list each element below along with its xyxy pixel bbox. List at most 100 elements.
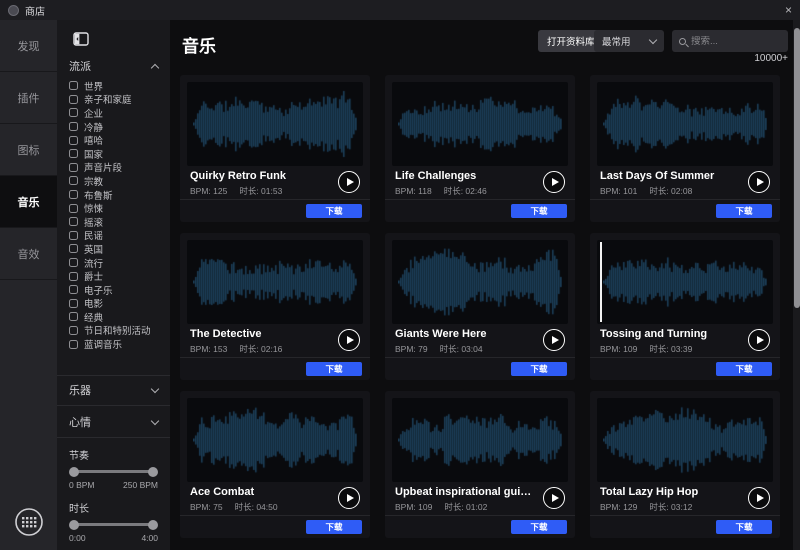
play-icon — [552, 336, 559, 344]
checkbox-icon[interactable] — [69, 136, 78, 145]
download-button[interactable]: 下载 — [306, 204, 362, 218]
search-input[interactable] — [691, 36, 781, 47]
checkbox-icon[interactable] — [69, 149, 78, 158]
genre-option[interactable]: 电影 — [69, 297, 164, 311]
play-button[interactable] — [748, 171, 770, 193]
checkbox-icon[interactable] — [69, 285, 78, 294]
download-button[interactable]: 下载 — [306, 362, 362, 376]
play-button[interactable] — [748, 329, 770, 351]
waveform-panel[interactable] — [187, 82, 363, 166]
nav-tab-3[interactable]: 音乐 — [0, 176, 57, 228]
divider — [180, 515, 370, 516]
play-button[interactable] — [543, 487, 565, 509]
play-button[interactable] — [543, 329, 565, 351]
checkbox-icon[interactable] — [69, 217, 78, 226]
tempo-slider[interactable] — [71, 470, 156, 473]
genre-option[interactable]: 经典 — [69, 310, 164, 324]
checkbox-icon[interactable] — [69, 258, 78, 267]
waveform-panel[interactable] — [597, 398, 773, 482]
waveform-panel[interactable] — [187, 240, 363, 324]
checkbox-icon[interactable] — [69, 81, 78, 90]
genre-option[interactable]: 爵士 — [69, 269, 164, 283]
search-box[interactable] — [672, 30, 788, 52]
tempo-min-handle[interactable] — [69, 467, 79, 477]
download-button[interactable]: 下载 — [511, 204, 567, 218]
genre-option[interactable]: 冷静 — [69, 120, 164, 134]
genre-option[interactable]: 蓝调音乐 — [69, 337, 164, 351]
genre-option[interactable]: 惊悚 — [69, 201, 164, 215]
music-card: Upbeat inspirational guitar, piano... BP… — [385, 391, 575, 538]
nav-tab-2[interactable]: 图标 — [0, 124, 57, 176]
checkbox-icon[interactable] — [69, 163, 78, 172]
duration-slider[interactable] — [71, 523, 156, 526]
nav-tab-1[interactable]: 插件 — [0, 72, 57, 124]
checkbox-icon[interactable] — [69, 176, 78, 185]
nav-tab-4[interactable]: 音效 — [0, 228, 57, 280]
mood-section-header[interactable]: 心情 — [57, 414, 170, 430]
sort-dropdown[interactable]: 最常用 — [594, 30, 664, 52]
genre-option[interactable]: 宗教 — [69, 174, 164, 188]
genre-option[interactable]: 布鲁斯 — [69, 188, 164, 202]
checkbox-icon[interactable] — [69, 204, 78, 213]
tempo-max-handle[interactable] — [148, 467, 158, 477]
duration-min-handle[interactable] — [69, 520, 79, 530]
genre-option[interactable]: 流行 — [69, 256, 164, 270]
instrument-section-header[interactable]: 乐器 — [57, 382, 170, 398]
collapse-panel-icon[interactable] — [73, 32, 89, 51]
genre-option[interactable]: 国家 — [69, 147, 164, 161]
download-button[interactable]: 下载 — [716, 362, 772, 376]
waveform-panel[interactable] — [597, 82, 773, 166]
download-button[interactable]: 下载 — [716, 520, 772, 534]
genre-option[interactable]: 摇滚 — [69, 215, 164, 229]
genre-option[interactable]: 节日和特别活动 — [69, 324, 164, 338]
close-icon[interactable]: × — [785, 4, 792, 16]
checkbox-icon[interactable] — [69, 312, 78, 321]
download-button[interactable]: 下载 — [511, 362, 567, 376]
tempo-min-label: 0 BPM — [69, 480, 95, 490]
genre-option[interactable]: 嘻哈 — [69, 133, 164, 147]
download-button[interactable]: 下载 — [716, 204, 772, 218]
play-button[interactable] — [748, 487, 770, 509]
nav-tab-label: 音乐 — [18, 194, 40, 210]
scrollbar-track[interactable] — [793, 20, 800, 550]
track-duration: 时长: 03:04 — [440, 344, 483, 354]
checkbox-icon[interactable] — [69, 108, 78, 117]
genre-option[interactable]: 声音片段 — [69, 161, 164, 175]
music-card: Life Challenges BPM: 118时长: 02:46 下载 — [385, 75, 575, 222]
checkbox-icon[interactable] — [69, 122, 78, 131]
genre-option[interactable]: 电子乐 — [69, 283, 164, 297]
waveform-panel[interactable] — [392, 82, 568, 166]
play-button[interactable] — [338, 487, 360, 509]
play-button[interactable] — [338, 329, 360, 351]
play-button[interactable] — [338, 171, 360, 193]
apps-grid-button[interactable] — [13, 506, 45, 538]
nav-tab-0[interactable]: 发现 — [0, 20, 57, 72]
checkbox-icon[interactable] — [69, 95, 78, 104]
track-duration: 时长: 01:53 — [239, 186, 282, 196]
download-button[interactable]: 下载 — [511, 520, 567, 534]
genre-option[interactable]: 企业 — [69, 106, 164, 120]
checkbox-icon[interactable] — [69, 190, 78, 199]
waveform-panel[interactable] — [187, 398, 363, 482]
duration-max-handle[interactable] — [148, 520, 158, 530]
genre-option[interactable]: 英国 — [69, 242, 164, 256]
checkbox-icon[interactable] — [69, 326, 78, 335]
play-button[interactable] — [543, 171, 565, 193]
genre-option-label: 国家 — [84, 147, 103, 161]
waveform-panel[interactable] — [392, 398, 568, 482]
genre-option[interactable]: 民谣 — [69, 229, 164, 243]
checkbox-icon[interactable] — [69, 272, 78, 281]
play-icon — [757, 178, 764, 186]
genre-option[interactable]: 世界 — [69, 79, 164, 93]
nav-tabs: 发现插件图标音乐音效 — [0, 20, 57, 280]
scrollbar-thumb[interactable] — [794, 28, 800, 308]
waveform-panel[interactable] — [597, 240, 773, 324]
checkbox-icon[interactable] — [69, 340, 78, 349]
genre-option[interactable]: 亲子和家庭 — [69, 93, 164, 107]
waveform-panel[interactable] — [392, 240, 568, 324]
genre-section-header[interactable]: 流派 — [57, 58, 170, 74]
checkbox-icon[interactable] — [69, 299, 78, 308]
checkbox-icon[interactable] — [69, 231, 78, 240]
checkbox-icon[interactable] — [69, 244, 78, 253]
download-button[interactable]: 下载 — [306, 520, 362, 534]
